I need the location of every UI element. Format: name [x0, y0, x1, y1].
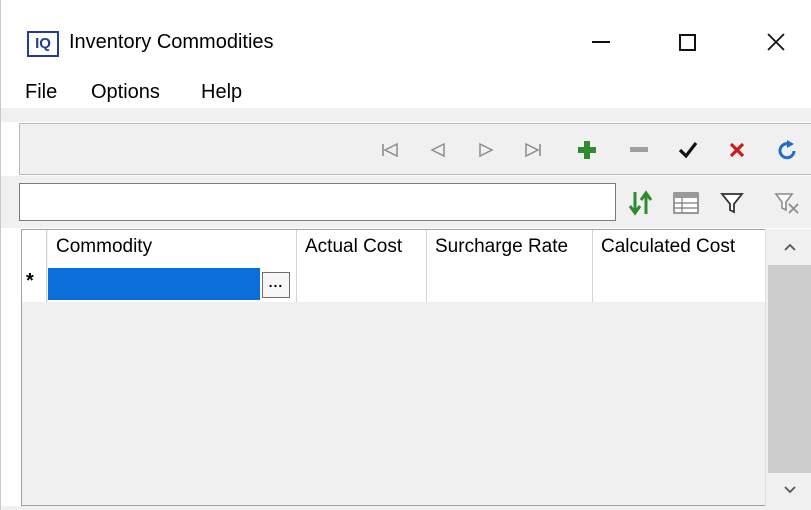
scroll-down-button[interactable] [766, 473, 811, 506]
cancel-edit-icon [729, 142, 745, 158]
scroll-thumb[interactable] [768, 265, 811, 473]
commodities-grid[interactable]: * Commodity Actual Cost Surcharge Rate C… [21, 229, 811, 506]
insert-record-icon [578, 141, 596, 159]
sort-button[interactable] [627, 189, 655, 217]
filter-icon [720, 193, 744, 214]
commodity-lookup-button[interactable]: ... [262, 272, 290, 298]
column-header-commodity[interactable]: Commodity [48, 230, 297, 266]
search-input[interactable] [19, 183, 616, 221]
post-edit-button[interactable] [674, 136, 702, 164]
scroll-up-button[interactable] [766, 229, 811, 265]
window-bottom-edge [1, 506, 811, 510]
next-record-button[interactable] [472, 136, 500, 164]
last-record-icon [525, 142, 541, 158]
cell-surcharge-rate[interactable] [427, 266, 593, 302]
refresh-icon [778, 140, 796, 160]
insert-record-button[interactable] [573, 136, 601, 164]
close-button[interactable] [746, 22, 806, 62]
column-header-actual-cost[interactable]: Actual Cost [297, 230, 427, 266]
refresh-button[interactable] [774, 136, 802, 164]
chevron-up-icon [783, 243, 796, 251]
menu-file[interactable]: File [21, 78, 61, 106]
next-record-icon [479, 142, 494, 158]
cell-actual-cost[interactable] [297, 266, 427, 302]
cell-calculated-cost[interactable] [593, 266, 766, 302]
new-row-marker: * [26, 270, 34, 292]
inventory-commodities-window: IQ Inventory Commodities File Options He… [0, 0, 811, 510]
first-record-icon [382, 142, 398, 158]
vertical-scrollbar[interactable] [765, 229, 811, 506]
minimize-button[interactable] [571, 22, 631, 62]
minimize-icon [592, 41, 610, 43]
record-navigator [19, 123, 811, 175]
maximize-icon [678, 33, 696, 51]
close-icon [767, 33, 785, 51]
column-header-calculated-cost[interactable]: Calculated Cost [593, 230, 766, 266]
prior-record-button[interactable] [424, 136, 452, 164]
first-record-button[interactable] [376, 136, 404, 164]
last-record-button[interactable] [519, 136, 547, 164]
clear-filter-icon [774, 193, 799, 214]
cancel-edit-button[interactable] [723, 136, 751, 164]
grid-view-button[interactable] [672, 189, 700, 217]
menu-separator [1, 108, 811, 122]
maximize-button[interactable] [657, 22, 717, 62]
app-logo-icon: IQ [27, 31, 59, 57]
post-edit-icon [678, 142, 698, 159]
commodity-editor[interactable] [48, 268, 260, 300]
chevron-down-icon [783, 485, 796, 493]
sort-icon [628, 190, 653, 216]
menu-bar: File Options Help [1, 78, 811, 108]
menu-options[interactable]: Options [87, 78, 164, 106]
clear-filter-button[interactable] [773, 189, 801, 217]
window-title: Inventory Commodities [69, 31, 274, 53]
column-header-surcharge-rate[interactable]: Surcharge Rate [427, 230, 593, 266]
prior-record-icon [430, 142, 445, 158]
delete-record-icon [630, 147, 648, 152]
title-bar[interactable]: IQ Inventory Commodities [1, 0, 811, 76]
grid-view-icon [673, 192, 699, 214]
menu-help[interactable]: Help [197, 78, 246, 106]
delete-record-button[interactable] [625, 136, 653, 164]
filter-button[interactable] [718, 189, 746, 217]
